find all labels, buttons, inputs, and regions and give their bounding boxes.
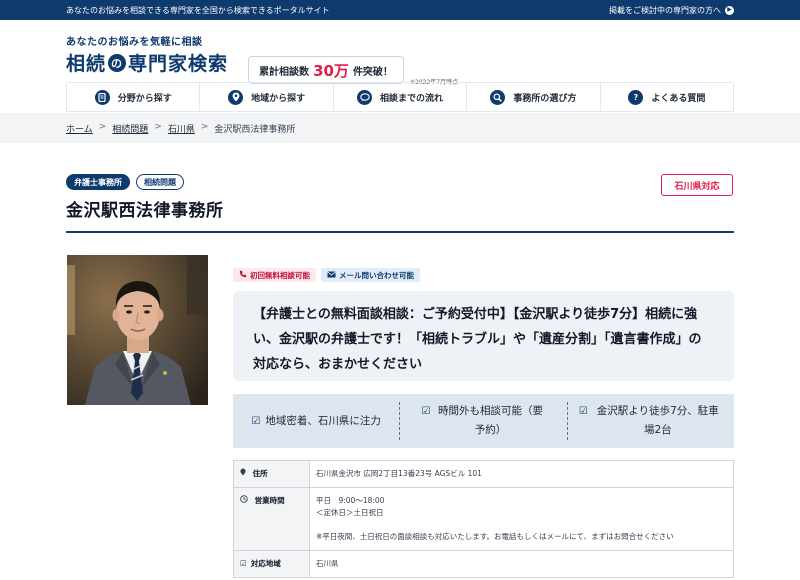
area-value: 石川県 — [309, 550, 734, 578]
highlight-text: 地域密着、石川県に注力 — [265, 414, 381, 427]
site-header: あなたのお悩みを気軽に相談 相続 の 専門家検索 累計相談数 30万 件突破！ … — [0, 20, 800, 86]
breadcrumb-home[interactable]: ホーム — [66, 122, 93, 135]
office-field-tag: 相続問題 — [136, 174, 184, 190]
nav-item-label: 相談までの流れ — [380, 93, 444, 104]
breadcrumb-current: 金沢駅西法律事務所 — [214, 125, 296, 135]
logo-title: 相続 の 専門家検索 — [66, 49, 228, 76]
logo-title-part1: 相続 — [66, 53, 107, 75]
office-catchcopy: 【弁護士との無料面談相談：ご予約受付中】【金沢駅より徒歩7分】相続に強い、金沢駅… — [233, 291, 734, 381]
hours-line2: ＜定休日＞土日祝日 — [316, 508, 384, 517]
highlight-item: ☑ 金沢駅より徒歩7分、駐車場2台 — [566, 402, 734, 440]
map-pin-icon — [240, 468, 249, 478]
email-inquiry-chip: メール問い合わせ可能 — [321, 268, 420, 282]
page-title: 金沢駅西法律事務所 — [66, 201, 224, 221]
for-professionals-label: 掲載をご検討中の専門家の方へ — [609, 5, 721, 15]
nav-item-label: 事務所の選び方 — [513, 93, 577, 104]
arrow-right-icon: ▶ — [725, 5, 734, 15]
nav-item-label: 地域から探す — [251, 93, 306, 104]
checkbox-icon: ☑ — [240, 559, 247, 568]
free-consultation-label: 初回無料相談可能 — [250, 270, 310, 280]
office-tags: 弁護士事務所 相続問題 — [66, 174, 184, 190]
highlight-text: 金沢駅より徒歩7分、駐車場2台 — [596, 405, 719, 436]
search-icon — [490, 89, 506, 105]
address-label: 住所 — [252, 469, 268, 478]
address-label-cell: 住所 — [233, 460, 310, 488]
phone-icon — [239, 270, 247, 280]
hours-note: ※平日夜間、土日祝日の面談相談も対応いたします。お電話もしくはメールにて、まずは… — [316, 532, 674, 541]
question-icon: ? — [628, 89, 644, 105]
global-nav: 分野から探す 地域から探す 相談までの流れ 事務所の選び方 ? よくある質問 — [66, 82, 735, 112]
counter-value: 30万 — [313, 61, 349, 80]
hours-line1: 平日 9:00～18:00 — [316, 496, 385, 505]
nav-item-field[interactable]: 分野から探す — [66, 83, 199, 111]
checkbox-icon: ☑ — [578, 406, 588, 417]
hours-label-cell: 営業時間 — [233, 487, 310, 551]
feature-chips: 初回無料相談可能 メール問い合わせ可能 — [233, 268, 420, 282]
prefecture-badge: 石川県対応 — [661, 174, 733, 196]
logo-no-mark: の — [108, 53, 127, 72]
breadcrumb-prefecture[interactable]: 石川県 — [168, 122, 195, 135]
counter-prefix: 累計相談数 — [259, 66, 310, 78]
nav-item-label: 分野から探す — [117, 93, 172, 104]
site-logo[interactable]: あなたのお悩みを気軽に相談 相続 の 専門家検索 — [66, 33, 228, 76]
breadcrumb-separator: > — [98, 122, 107, 132]
breadcrumb-separator: > — [200, 122, 209, 132]
top-bar-tagline: あなたのお悩みを相談できる専門家を全国から検索できるポータルサイト — [66, 5, 330, 15]
hours-value: 平日 9:00～18:00 ＜定休日＞土日祝日 ※平日夜間、土日祝日の面談相談も… — [309, 487, 734, 551]
breadcrumb: ホーム > 相続問題 > 石川県 > 金沢駅西法律事務所 — [66, 122, 295, 135]
lawyer-photo — [67, 255, 208, 405]
consultation-counter: 累計相談数 30万 件突破！ — [248, 56, 404, 84]
chat-icon — [357, 89, 372, 105]
hours-label: 営業時間 — [254, 496, 285, 505]
nav-item-region[interactable]: 地域から探す — [199, 83, 332, 111]
nav-item-choose[interactable]: 事務所の選び方 — [466, 83, 599, 111]
document-icon — [94, 89, 110, 105]
table-row: 住所 石川県金沢市 広岡2丁目13番23号 AGSビル 101 — [233, 460, 734, 488]
highlight-text: 時間外も相談可能（要予約） — [437, 405, 543, 436]
counter-suffix: 件突破！ — [352, 66, 393, 78]
office-type-tag: 弁護士事務所 — [66, 174, 130, 190]
highlight-item: ☑ 時間外も相談可能（要予約） — [399, 402, 566, 440]
office-highlights: ☑ 地域密着、石川県に注力 ☑ 時間外も相談可能（要予約） ☑ 金沢駅より徒歩7… — [233, 394, 734, 448]
area-label-cell: ☑ 対応地域 — [233, 550, 310, 578]
nav-item-flow[interactable]: 相談までの流れ — [332, 83, 466, 111]
nav-item-faq[interactable]: ? よくある質問 — [599, 83, 735, 111]
nav-item-label: よくある質問 — [651, 93, 706, 104]
mail-icon — [327, 270, 336, 280]
highlight-item: ☑ 地域密着、石川県に注力 — [233, 412, 399, 431]
logo-subtitle: あなたのお悩みを気軽に相談 — [66, 37, 203, 48]
address-value: 石川県金沢市 広岡2丁目13番23号 AGSビル 101 — [309, 460, 734, 488]
for-professionals-link[interactable]: 掲載をご検討中の専門家の方へ ▶ — [609, 5, 734, 16]
table-row: 営業時間 平日 9:00～18:00 ＜定休日＞土日祝日 ※平日夜間、土日祝日の… — [233, 487, 734, 551]
table-row: ☑ 対応地域 石川県 — [233, 550, 734, 578]
office-info-table: 住所 石川県金沢市 広岡2丁目13番23号 AGSビル 101 営業時間 平日 … — [233, 460, 734, 578]
free-consultation-chip: 初回無料相談可能 — [233, 268, 316, 282]
title-divider — [66, 231, 734, 233]
logo-title-part2: 専門家検索 — [128, 53, 229, 75]
map-pin-icon — [228, 89, 244, 105]
checkbox-icon: ☑ — [251, 415, 261, 427]
breadcrumb-separator: > — [154, 122, 162, 132]
checkbox-icon: ☑ — [421, 406, 431, 417]
clock-icon — [240, 495, 251, 505]
email-inquiry-label: メール問い合わせ可能 — [339, 270, 414, 280]
breadcrumb-category[interactable]: 相続問題 — [112, 122, 148, 135]
area-label: 対応地域 — [250, 559, 281, 568]
top-bar: あなたのお悩みを相談できる専門家を全国から検索できるポータルサイト 掲載をご検討… — [0, 0, 800, 20]
breadcrumb-band: ホーム > 相続問題 > 石川県 > 金沢駅西法律事務所 — [0, 113, 800, 143]
